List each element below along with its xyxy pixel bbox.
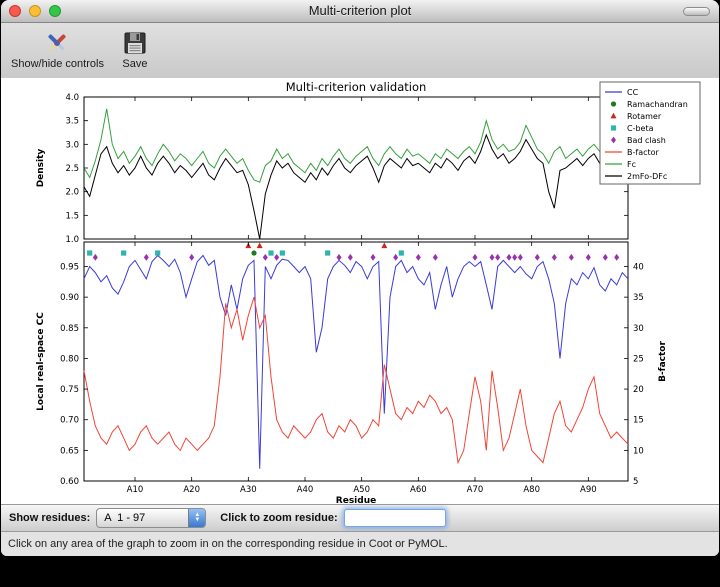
svg-text:CC: CC: [627, 88, 639, 97]
svg-text:A80: A80: [523, 485, 540, 495]
zoom-window-button[interactable]: [49, 5, 61, 17]
save-button[interactable]: Save: [122, 29, 148, 70]
svg-text:A70: A70: [467, 485, 484, 495]
toolbar-toggle-capsule[interactable]: [683, 7, 710, 16]
svg-text:C-beta: C-beta: [627, 124, 654, 133]
svg-text:40: 40: [633, 263, 644, 273]
svg-text:0.75: 0.75: [60, 385, 79, 395]
svg-text:B-factor: B-factor: [627, 148, 660, 157]
status-text: Click on any area of the graph to zoom i…: [8, 538, 448, 550]
controls-bar: Show residues: A 1 - 97 ▲▼ Click to zoom…: [1, 504, 719, 531]
svg-text:A50: A50: [353, 485, 370, 495]
toolbar: Show/hide controls Save: [1, 23, 719, 84]
svg-text:A30: A30: [240, 485, 257, 495]
svg-text:B-factor: B-factor: [658, 341, 668, 382]
close-button[interactable]: [9, 5, 21, 17]
svg-text:Density: Density: [36, 149, 46, 188]
svg-text:Bad clash: Bad clash: [627, 136, 666, 145]
svg-text:Rotamer: Rotamer: [627, 112, 662, 121]
svg-text:2.5: 2.5: [65, 164, 79, 174]
svg-text:3.5: 3.5: [65, 117, 79, 127]
window-title: Multi-criterion plot: [1, 0, 719, 22]
residue-range-select[interactable]: A 1 - 97 ▲▼: [96, 508, 206, 528]
zoom-residue-label: Click to zoom residue:: [220, 512, 337, 524]
show-residues-label: Show residues:: [9, 512, 90, 524]
minimize-button[interactable]: [29, 5, 41, 17]
svg-text:20: 20: [633, 385, 644, 395]
svg-text:0.65: 0.65: [60, 446, 79, 456]
residue-range-value: A 1 - 97: [97, 509, 188, 527]
svg-text:A20: A20: [183, 485, 200, 495]
toolbar-item-label: Save: [122, 58, 147, 70]
svg-text:A60: A60: [410, 485, 427, 495]
traffic-lights: [9, 5, 61, 17]
save-icon: [122, 29, 148, 57]
zoom-residue-input[interactable]: [344, 509, 446, 527]
svg-text:10: 10: [633, 446, 644, 456]
svg-text:A10: A10: [127, 485, 144, 495]
svg-text:1.5: 1.5: [65, 211, 79, 221]
svg-text:0.85: 0.85: [60, 324, 79, 334]
svg-text:0.95: 0.95: [60, 263, 79, 273]
multi-criterion-chart[interactable]: 1.0 1.5 2.0 2.5 3.0 3.5 4.0 0.60 0.65 0.70 0.75 0.8…: [1, 78, 719, 504]
svg-text:0.60: 0.60: [60, 477, 79, 487]
svg-text:0.70: 0.70: [60, 416, 79, 426]
svg-text:Multi-criterion validation: Multi-criterion validation: [286, 80, 427, 94]
svg-text:2.0: 2.0: [65, 188, 79, 198]
svg-text:2mFo-DFc: 2mFo-DFc: [627, 172, 667, 181]
svg-text:1.0: 1.0: [65, 235, 79, 245]
show-hide-controls-button[interactable]: Show/hide controls: [11, 29, 104, 70]
app-window: Multi-criterion plot Show/hide controls: [1, 0, 719, 556]
svg-text:A40: A40: [297, 485, 314, 495]
tools-icon: [44, 29, 70, 57]
svg-text:Local real-space CC: Local real-space CC: [36, 312, 46, 411]
status-bar: Click on any area of the graph to zoom i…: [1, 531, 719, 556]
svg-text:Ramachandran: Ramachandran: [627, 100, 688, 109]
svg-text:0.90: 0.90: [60, 293, 79, 303]
svg-text:35: 35: [633, 293, 644, 303]
svg-text:30: 30: [633, 324, 644, 334]
svg-text:15: 15: [633, 416, 644, 426]
toolbar-item-label: Show/hide controls: [11, 58, 104, 70]
popup-arrows-icon: ▲▼: [188, 509, 205, 527]
title-bar: Multi-criterion plot: [1, 0, 719, 23]
svg-text:4.0: 4.0: [65, 93, 79, 103]
plot-figure: 1.0 1.5 2.0 2.5 3.0 3.5 4.0 0.60 0.65 0.70 0.75 0.8…: [1, 78, 719, 504]
svg-text:25: 25: [633, 354, 644, 364]
svg-text:0.80: 0.80: [60, 354, 79, 364]
svg-text:Residue: Residue: [336, 496, 376, 504]
svg-text:5: 5: [633, 477, 638, 487]
svg-text:A90: A90: [580, 485, 597, 495]
svg-text:3.0: 3.0: [65, 140, 79, 150]
svg-text:Fc: Fc: [627, 160, 636, 169]
